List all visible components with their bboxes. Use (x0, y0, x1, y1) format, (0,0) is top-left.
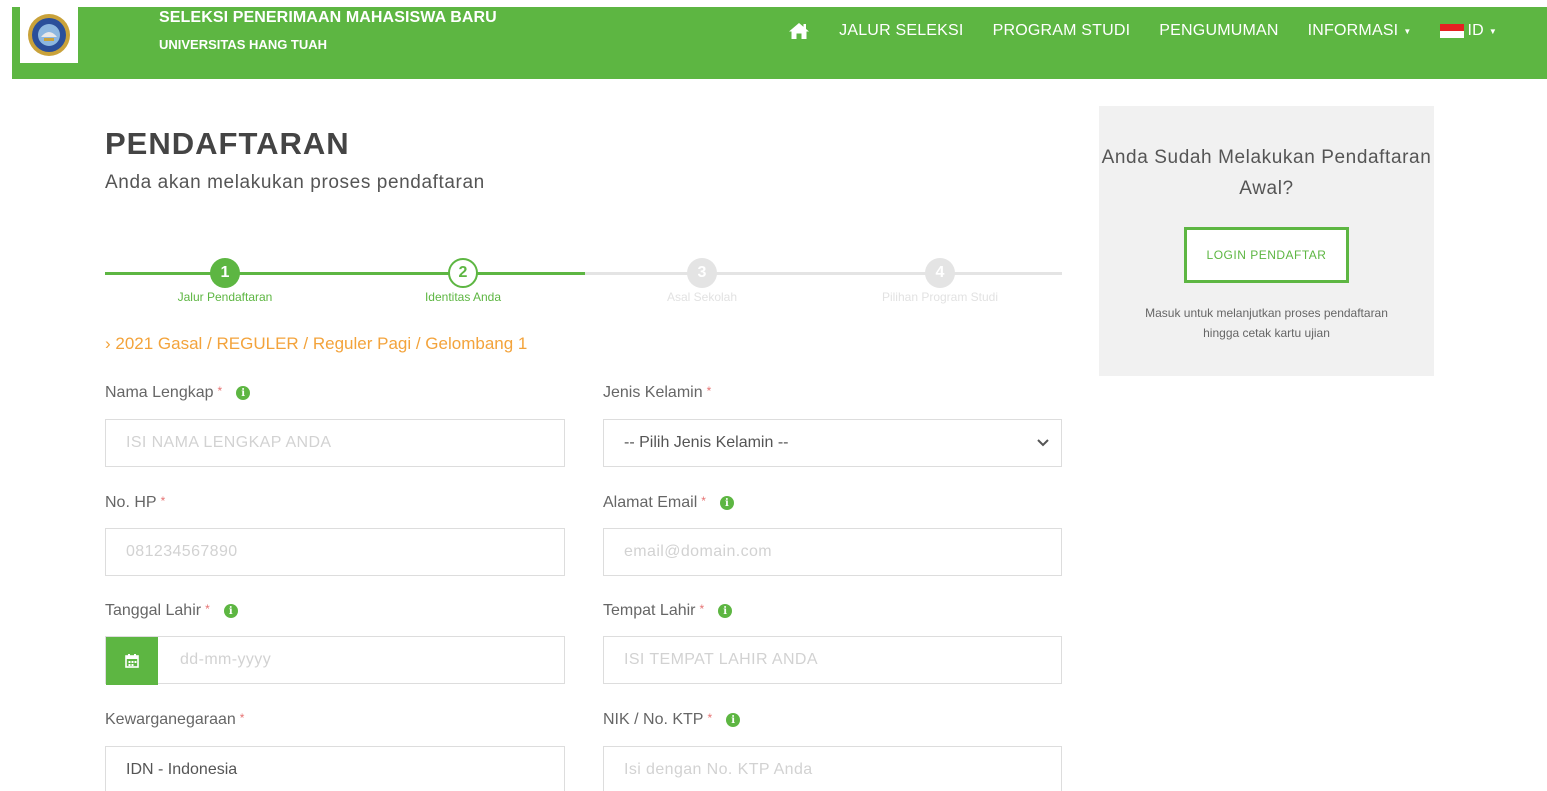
jenis-kelamin-value: -- Pilih Jenis Kelamin -- (624, 434, 789, 451)
step-label: Jalur Pendaftaran (177, 290, 273, 304)
nav-jalur-seleksi[interactable]: JALUR SELEKSI (839, 22, 963, 40)
required-mark: * (699, 602, 705, 616)
info-icon[interactable]: i (223, 604, 238, 618)
step-jalur-pendaftaran[interactable]: 1 Jalur Pendaftaran (125, 258, 325, 304)
brand-title: SELEKSI PENERIMAAN MAHASISWA BARU (159, 9, 497, 26)
nama-lengkap-label: Nama Lengkap * i (105, 384, 251, 402)
step-identitas-anda[interactable]: 2 Identitas Anda (363, 258, 563, 304)
alamat-email-label: Alamat Email * i (603, 494, 734, 512)
calendar-button[interactable] (106, 637, 158, 685)
login-panel-description: Masuk untuk melanjutkan proses pendaftar… (1145, 306, 1388, 340)
home-icon (789, 23, 810, 39)
brand-subtitle: UNIVERSITAS HANG TUAH (159, 37, 328, 52)
chevron-down-icon: ▼ (1488, 26, 1497, 36)
nama-lengkap-input[interactable]: ISI NAMA LENGKAP ANDA (105, 419, 565, 467)
jenis-kelamin-select[interactable]: -- Pilih Jenis Kelamin -- (603, 419, 1062, 467)
university-seal-icon (28, 14, 70, 56)
nav-program-studi[interactable]: PROGRAM STUDI (993, 22, 1131, 40)
required-mark: * (707, 711, 713, 725)
required-mark: * (160, 494, 166, 508)
required-mark: * (217, 384, 223, 398)
info-icon[interactable]: i (236, 386, 251, 400)
kewarganegaraan-label: Kewarganegaraan * (105, 711, 245, 728)
nav-informasi-dropdown[interactable]: INFORMASI ▼ (1308, 22, 1412, 40)
tanggal-lahir-input[interactable]: dd-mm-yyyy (105, 636, 565, 685)
no-hp-label: No. HP * (105, 494, 166, 511)
tanggal-lahir-label: Tanggal Lahir * i (105, 602, 238, 620)
nav-pengumuman[interactable]: PENGUMUMAN (1159, 22, 1278, 40)
step-label: Pilihan Program Studi (881, 290, 999, 304)
step-asal-sekolah: 3 Asal Sekolah (602, 258, 802, 304)
step-number: 2 (448, 258, 478, 288)
info-icon[interactable]: i (726, 713, 741, 727)
info-icon[interactable]: i (718, 604, 733, 618)
step-number: 3 (687, 258, 717, 288)
nik-ktp-input[interactable]: Isi dengan No. KTP Anda (603, 746, 1062, 791)
login-pendaftar-button[interactable]: LOGIN PENDAFTAR (1184, 227, 1349, 283)
tempat-lahir-label: Tempat Lahir * i (603, 602, 733, 620)
alamat-email-placeholder: email@domain.com (624, 543, 773, 560)
tempat-lahir-placeholder: ISI TEMPAT LAHIR ANDA (624, 651, 818, 668)
nav-home[interactable] (788, 22, 810, 40)
step-number: 4 (925, 258, 955, 288)
tanggal-lahir-placeholder: dd-mm-yyyy (180, 651, 272, 668)
calendar-icon (125, 654, 139, 668)
kewarganegaraan-value: IDN - Indonesia (126, 761, 238, 778)
nama-lengkap-placeholder: ISI NAMA LENGKAP ANDA (126, 434, 332, 451)
registration-stepper: 1 Jalur Pendaftaran 2 Identitas Anda 3 A… (105, 258, 1062, 314)
step-label: Asal Sekolah (666, 290, 738, 304)
alamat-email-input[interactable]: email@domain.com (603, 528, 1062, 576)
language-dropdown[interactable]: ID ▼ (1440, 22, 1497, 40)
brand[interactable]: SELEKSI PENERIMAAN MAHASISWA BARU UNIVER… (159, 7, 519, 53)
step-number: 1 (210, 258, 240, 288)
chevron-down-icon (1037, 436, 1049, 450)
page-subtitle: Anda akan melakukan proses pendaftaran (105, 172, 485, 193)
language-label: ID (1467, 22, 1484, 39)
flag-indonesia-icon (1440, 24, 1465, 38)
page-title: PENDAFTARAN (105, 126, 350, 161)
no-hp-placeholder: 081234567890 (126, 543, 238, 560)
info-icon[interactable]: i (719, 496, 734, 510)
jenis-kelamin-label: Jenis Kelamin * (603, 384, 712, 401)
university-logo[interactable] (20, 7, 78, 63)
tempat-lahir-input[interactable]: ISI TEMPAT LAHIR ANDA (603, 636, 1062, 684)
required-mark: * (701, 494, 706, 508)
nik-ktp-placeholder: Isi dengan No. KTP Anda (624, 761, 813, 778)
nik-ktp-label: NIK / No. KTP * i (603, 711, 741, 729)
no-hp-input[interactable]: 081234567890 (105, 528, 565, 576)
step-pilihan-program-studi: 4 Pilihan Program Studi (840, 258, 1040, 304)
nav-informasi-label: INFORMASI (1307, 22, 1399, 39)
required-mark: * (205, 602, 210, 616)
main-nav: JALUR SELEKSI PROGRAM STUDI PENGUMUMAN I… (759, 20, 1497, 42)
required-mark: * (706, 384, 712, 398)
required-mark: * (239, 711, 245, 725)
step-label: Identitas Anda (424, 290, 502, 304)
login-panel: Anda Sudah Melakukan Pendaftaran Awal? L… (1099, 106, 1434, 376)
kewarganegaraan-input[interactable]: IDN - Indonesia (105, 746, 565, 791)
navbar: SELEKSI PENERIMAAN MAHASISWA BARU UNIVER… (12, 7, 1547, 79)
chevron-down-icon: ▼ (1403, 26, 1412, 36)
selection-path-breadcrumb: › 2021 Gasal / REGULER / Reguler Pagi / … (105, 334, 528, 353)
login-panel-title: Anda Sudah Melakukan Pendaftaran Awal? (1101, 147, 1432, 199)
